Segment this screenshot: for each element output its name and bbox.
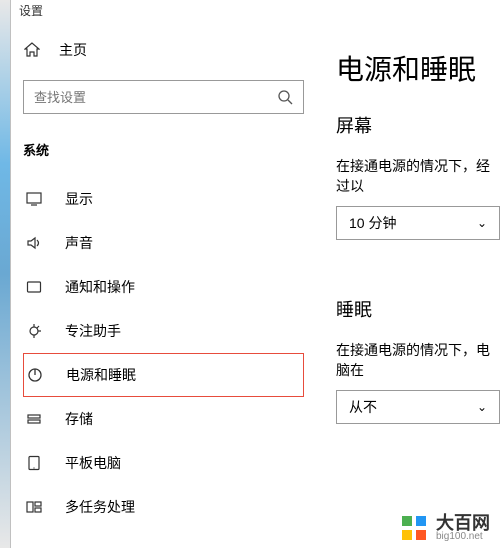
sidebar-home-label: 主页 [59,40,87,60]
sleep-timeout-value: 从不 [349,397,377,417]
screen-timeout-value: 10 分钟 [349,213,396,233]
sleep-desc: 在接通电源的情况下，电脑在 [336,340,500,380]
tablet-icon [25,454,43,472]
chevron-down-icon: ⌄ [477,400,487,414]
sidebar-item-multitasking[interactable]: 多任务处理 [23,485,304,529]
focus-assist-icon [25,322,43,340]
storage-icon [25,410,43,428]
sleep-timeout-select[interactable]: 从不 ⌄ [336,390,500,424]
sidebar-item-tablet[interactable]: 平板电脑 [23,441,304,485]
sound-icon [25,234,43,252]
watermark-main: 大百网 [436,514,490,532]
section-sleep-title: 睡眠 [336,296,500,322]
sidebar-item-label: 存储 [65,409,93,429]
notifications-icon [25,278,43,296]
watermark-sub: big100.net [436,532,490,542]
sidebar-item-label: 通知和操作 [65,277,135,297]
screen-timeout-select[interactable]: 10 分钟 ⌄ [336,206,500,240]
watermark: 大百网 big100.net [400,514,490,542]
sidebar-item-sound[interactable]: 声音 [23,221,304,265]
settings-window: 设置 主页 系统 显示 [11,0,500,548]
sidebar-item-focus-assist[interactable]: 专注助手 [23,309,304,353]
power-icon [26,366,44,384]
multitasking-icon [25,498,43,516]
home-icon [23,41,41,59]
section-screen-title: 屏幕 [336,112,500,138]
window-title: 设置 [11,0,500,22]
search-icon [277,89,293,105]
search-input[interactable] [34,90,277,105]
desktop-edge [0,0,11,548]
window-body: 主页 系统 显示 声音 通知 [11,22,500,548]
sidebar-item-notifications[interactable]: 通知和操作 [23,265,304,309]
search-box[interactable] [23,80,304,114]
sidebar-item-label: 多任务处理 [65,497,135,517]
sidebar-item-power-sleep[interactable]: 电源和睡眠 [23,353,304,397]
sidebar-item-label: 声音 [65,233,93,253]
sidebar: 主页 系统 显示 声音 通知 [11,22,316,548]
sidebar-nav-list: 显示 声音 通知和操作 专注助手 电源和睡眠 [23,177,304,529]
screen-desc: 在接通电源的情况下，经过以 [336,156,500,196]
main-panel: 电源和睡眠 屏幕 在接通电源的情况下，经过以 10 分钟 ⌄ 睡眠 在接通电源的… [316,22,500,548]
sidebar-item-label: 专注助手 [65,321,121,341]
watermark-logo-icon [400,514,428,542]
sidebar-item-storage[interactable]: 存储 [23,397,304,441]
display-icon [25,190,43,208]
sidebar-item-label: 平板电脑 [65,453,121,473]
watermark-text: 大百网 big100.net [436,514,490,542]
sidebar-item-label: 电源和睡眠 [66,365,136,385]
sidebar-home[interactable]: 主页 [23,30,304,70]
page-title: 电源和睡眠 [336,48,500,88]
chevron-down-icon: ⌄ [477,216,487,230]
sidebar-group-header: 系统 [23,140,304,159]
sidebar-item-display[interactable]: 显示 [23,177,304,221]
sidebar-item-label: 显示 [65,189,93,209]
